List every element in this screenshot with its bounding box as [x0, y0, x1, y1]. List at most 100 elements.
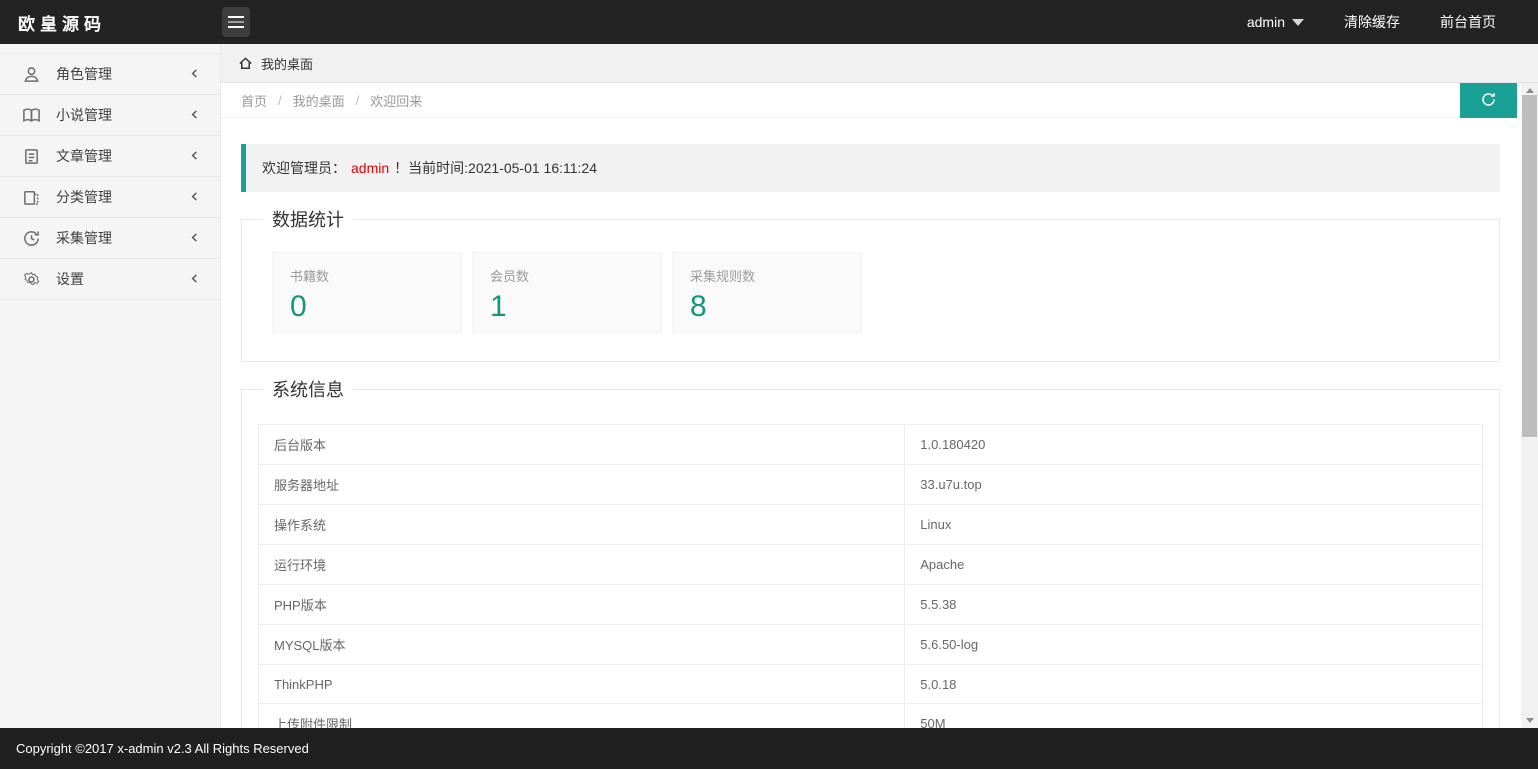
sidebar-item-label: 文章管理: [56, 146, 112, 166]
table-row: 操作系统 Linux: [259, 505, 1483, 545]
stat-label: 采集规则数: [690, 266, 861, 285]
info-value-cell: 33.u7u.top: [905, 465, 1483, 505]
chevron-left-icon: [189, 271, 200, 287]
info-value-cell: Apache: [905, 545, 1483, 585]
info-label-cell: ThinkPHP: [259, 665, 905, 704]
sidebar-item-roles[interactable]: 角色管理: [0, 54, 220, 95]
info-label-cell: 操作系统: [259, 505, 905, 545]
vertical-scrollbar[interactable]: [1521, 83, 1538, 728]
info-label-cell: MYSQL版本: [259, 625, 905, 665]
sidebar-item-articles[interactable]: 文章管理: [0, 136, 220, 177]
chevron-down-icon: [1292, 19, 1304, 26]
stat-label: 会员数: [490, 266, 661, 285]
chevron-left-icon: [189, 66, 200, 82]
info-value-cell: 1.0.180420: [905, 425, 1483, 465]
triangle-down-icon: [1526, 718, 1534, 723]
refresh-button[interactable]: [1460, 83, 1517, 118]
copyright-text: Copyright ©2017 x-admin v2.3 All Rights …: [16, 741, 309, 756]
table-row: PHP版本 5.5.38: [259, 585, 1483, 625]
home-icon: [238, 56, 253, 71]
sidebar-item-label: 采集管理: [56, 228, 112, 248]
info-value-cell: 5.0.18: [905, 665, 1483, 704]
clear-cache-link[interactable]: 清除缓存: [1344, 12, 1400, 32]
user-icon: [22, 65, 41, 84]
stat-card-members: 会员数 1: [472, 252, 662, 333]
breadcrumb: 首页 / 我的桌面 / 欢迎回来: [221, 83, 1538, 118]
info-value-cell: 50M: [905, 704, 1483, 729]
stat-value: 1: [490, 290, 661, 324]
info-value-cell: 5.6.50-log: [905, 625, 1483, 665]
collect-icon: [22, 229, 41, 248]
sidebar-item-novels[interactable]: 小说管理: [0, 95, 220, 136]
table-row: 服务器地址 33.u7u.top: [259, 465, 1483, 505]
stats-cards: 书籍数 0 会员数 1 采集规则数 8: [242, 232, 1499, 361]
breadcrumb-separator: /: [278, 93, 282, 108]
sidebar: 角色管理 小说管理 文章管理: [0, 44, 221, 728]
username-label: admin: [1247, 14, 1285, 30]
book-icon: [22, 106, 41, 125]
category-icon: [22, 188, 41, 207]
breadcrumb-current: 欢迎回来: [370, 91, 422, 110]
footer: Copyright ©2017 x-admin v2.3 All Rights …: [0, 728, 1538, 769]
info-value-cell: 5.5.38: [905, 585, 1483, 625]
table-row: MYSQL版本 5.6.50-log: [259, 625, 1483, 665]
info-label-cell: PHP版本: [259, 585, 905, 625]
breadcrumb-home[interactable]: 首页: [241, 91, 267, 110]
welcome-alert: 欢迎管理员： admin ！当前时间:2021-05-01 16:11:24: [241, 144, 1500, 192]
stats-title: 数据统计: [262, 206, 354, 232]
welcome-username: admin: [351, 160, 389, 176]
breadcrumb-separator: /: [356, 93, 360, 108]
welcome-middle: ！当前时间:: [394, 160, 468, 176]
gear-icon: [22, 270, 41, 289]
system-info-body: 后台版本 1.0.180420 服务器地址 33.u7u.top 操作系统 Li…: [242, 402, 1499, 728]
page-content: 欢迎管理员： admin ！当前时间:2021-05-01 16:11:24 数据统…: [221, 118, 1521, 728]
menu-icon: [228, 16, 244, 18]
info-label-cell: 服务器地址: [259, 465, 905, 505]
topbar: 欧皇源码 admin 清除缓存 前台首页: [0, 0, 1538, 44]
topbar-right: admin 清除缓存 前台首页: [1247, 12, 1538, 32]
system-info-section: 系统信息 后台版本 1.0.180420 服务器地址 33.u7u.top: [241, 376, 1500, 728]
sidebar-item-collect[interactable]: 采集管理: [0, 218, 220, 259]
scroll-down-button[interactable]: [1521, 713, 1538, 728]
welcome-prefix: 欢迎管理员：: [262, 160, 346, 176]
table-row: ThinkPHP 5.0.18: [259, 665, 1483, 704]
scrollbar-thumb[interactable]: [1522, 95, 1537, 437]
chevron-left-icon: [189, 230, 200, 246]
chevron-left-icon: [189, 189, 200, 205]
main-area: 我的桌面 首页 / 我的桌面 / 欢迎回来 欢迎管理员： admin ！当前时间:2…: [221, 44, 1538, 728]
app-logo: 欧皇源码: [0, 10, 222, 35]
sidebar-item-label: 分类管理: [56, 187, 112, 207]
info-label-cell: 运行环境: [259, 545, 905, 585]
menu-toggle-button[interactable]: [222, 7, 250, 37]
stat-value: 0: [290, 290, 461, 324]
sidebar-item-settings[interactable]: 设置: [0, 259, 220, 300]
front-home-link[interactable]: 前台首页: [1440, 12, 1496, 32]
table-row: 上传附件限制 50M: [259, 704, 1483, 729]
system-info-table: 后台版本 1.0.180420 服务器地址 33.u7u.top 操作系统 Li…: [258, 424, 1483, 728]
sidebar-item-label: 设置: [56, 269, 84, 289]
info-label-cell: 后台版本: [259, 425, 905, 465]
info-value-cell: Linux: [905, 505, 1483, 545]
breadcrumb-desktop[interactable]: 我的桌面: [293, 91, 345, 110]
sidebar-item-label: 角色管理: [56, 64, 112, 84]
article-icon: [22, 147, 41, 166]
stat-label: 书籍数: [290, 266, 461, 285]
user-dropdown[interactable]: admin: [1247, 14, 1304, 30]
info-label-cell: 上传附件限制: [259, 704, 905, 729]
tabbar: 我的桌面: [221, 44, 1538, 83]
welcome-time: 2021-05-01 16:11:24: [468, 160, 597, 176]
tab-label: 我的桌面: [261, 54, 313, 73]
chevron-left-icon: [189, 148, 200, 164]
stat-value: 8: [690, 290, 861, 324]
sidebar-item-categories[interactable]: 分类管理: [0, 177, 220, 218]
stats-section: 数据统计 书籍数 0 会员数 1 采集规则数 8: [241, 206, 1500, 362]
chevron-left-icon: [189, 107, 200, 123]
stat-card-books: 书籍数 0: [272, 252, 462, 333]
triangle-up-icon: [1526, 88, 1534, 93]
tab-my-desktop[interactable]: 我的桌面: [238, 54, 313, 73]
stat-card-rules: 采集规则数 8: [672, 252, 862, 333]
table-row: 后台版本 1.0.180420: [259, 425, 1483, 465]
table-row: 运行环境 Apache: [259, 545, 1483, 585]
sidebar-item-label: 小说管理: [56, 105, 112, 125]
sidebar-menu: 角色管理 小说管理 文章管理: [0, 53, 220, 300]
